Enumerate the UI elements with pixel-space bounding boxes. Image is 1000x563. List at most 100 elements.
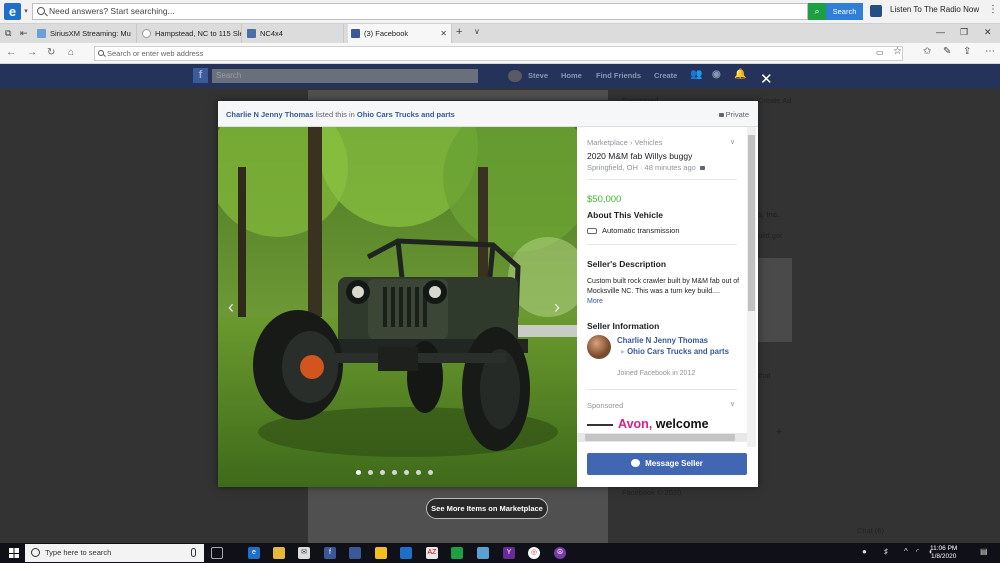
yahoo-icon[interactable]: Y	[503, 547, 515, 559]
bg-create-ad[interactable]: Create Ad	[758, 96, 791, 105]
pagination-dot[interactable]	[392, 470, 397, 475]
previous-photo-icon[interactable]: ‹	[228, 297, 234, 318]
nav-find-friends[interactable]: Find Friends	[596, 71, 641, 80]
chat-sidebar-label[interactable]: Chat (6)	[857, 526, 884, 535]
pagination-dot[interactable]	[356, 470, 361, 475]
pagination-dot[interactable]	[368, 470, 373, 475]
group-link[interactable]: Ohio Cars Trucks and parts	[357, 110, 455, 119]
seller-avatar[interactable]	[587, 335, 611, 359]
favorite-star-icon[interactable]: ☆	[893, 46, 902, 57]
windows-start-icon[interactable]	[9, 548, 19, 558]
nav-home[interactable]: Home	[561, 71, 582, 80]
seller-group-link[interactable]: Ohio Cars Trucks and parts	[627, 347, 729, 356]
pagination-dot[interactable]	[416, 470, 421, 475]
privacy-indicator: Private	[715, 110, 749, 119]
pagination-dot[interactable]	[428, 470, 433, 475]
facebook-logo-icon[interactable]: f	[193, 68, 208, 83]
pagination-dot[interactable]	[404, 470, 409, 475]
tray-app-icon[interactable]: ●	[862, 547, 867, 556]
tab-actions-icon[interactable]: ⧉	[5, 28, 11, 39]
bg-add-icon[interactable]: +	[776, 426, 782, 438]
facebook-taskbar-icon[interactable]: f	[324, 547, 336, 559]
app-icon-peace[interactable]: ☮	[554, 547, 566, 559]
set-aside-tabs-icon[interactable]: ⇤	[20, 28, 28, 39]
clock[interactable]: 11:06 PM 1/8/2020	[930, 545, 957, 561]
network-icon[interactable]: ◜	[916, 547, 919, 556]
see-more-marketplace-button[interactable]: See More Items on Marketplace	[426, 498, 548, 519]
chevron-down-icon[interactable]: ∨	[730, 138, 735, 146]
search-button[interactable]: Search	[826, 3, 863, 20]
app-icon-3[interactable]	[400, 547, 412, 559]
nav-create[interactable]: Create	[654, 71, 677, 80]
file-explorer-icon[interactable]	[273, 547, 285, 559]
settings-more-icon[interactable]: ⋯	[985, 46, 995, 57]
facebook-search-input[interactable]: Search	[212, 69, 478, 83]
taskbar-search-input[interactable]: Type here to search	[25, 544, 204, 562]
tab-facebook[interactable]: (3) Facebook ✕	[348, 24, 452, 43]
restore-icon[interactable]: ❐	[960, 27, 968, 38]
refresh-icon[interactable]: ↻	[47, 47, 55, 58]
forward-icon[interactable]: →	[27, 47, 37, 58]
more-link[interactable]: More	[587, 298, 603, 305]
nav-profile[interactable]: Steve	[528, 71, 548, 80]
edge-logo-icon[interactable]: e	[4, 3, 21, 20]
close-tab-icon[interactable]: ✕	[440, 24, 447, 43]
more-options-icon[interactable]: ⋮	[988, 4, 998, 15]
back-icon[interactable]: ←	[6, 47, 16, 58]
app-icon-4[interactable]	[477, 547, 489, 559]
search-input[interactable]: Need answers? Start searching...	[32, 3, 808, 20]
bing-search-icon[interactable]: ⌕	[808, 3, 826, 20]
sponsored-ad[interactable]: Avon, welcome	[618, 417, 709, 431]
listed-text: listed this in	[315, 110, 355, 119]
mail-icon[interactable]: ✉	[298, 547, 310, 559]
favorites-hub-icon[interactable]: ✩	[923, 46, 931, 57]
share-icon[interactable]: ⇪	[963, 46, 971, 57]
radio-link[interactable]: Listen To The Radio Now	[890, 5, 979, 14]
scrollbar-thumb[interactable]	[748, 135, 755, 311]
ad-horizontal-scrollbar[interactable]	[577, 433, 747, 442]
notifications-icon[interactable]: 🔔	[734, 69, 746, 80]
messenger-icon[interactable]: ◉	[712, 69, 721, 80]
message-seller-button[interactable]: Message Seller	[587, 453, 747, 475]
tab-nc4x4[interactable]: NC4x4	[244, 24, 344, 43]
minimize-icon[interactable]: —	[936, 27, 945, 37]
action-center-icon[interactable]: ▤	[980, 547, 988, 556]
profile-avatar[interactable]	[508, 70, 522, 82]
pagination-dot[interactable]	[380, 470, 385, 475]
home-icon[interactable]: ⌂	[68, 47, 74, 58]
app-icon-shield[interactable]	[451, 547, 463, 559]
microphone-icon[interactable]	[191, 548, 196, 557]
notes-pen-icon[interactable]: ✎	[943, 46, 951, 57]
poster-link[interactable]: Charlie N Jenny Thomas	[226, 110, 314, 119]
listing-details-panel: Marketplace › Vehicles ∨ 2020 M&M fab Wi…	[577, 127, 758, 487]
listing-photo[interactable]: ‹ ›	[218, 127, 577, 487]
lock-icon	[718, 113, 724, 117]
reading-view-icon[interactable]: ▭	[876, 48, 884, 57]
close-modal-icon[interactable]: ✕	[760, 70, 773, 88]
tab-list-chevron-icon[interactable]: ∨	[474, 27, 480, 36]
edge-taskbar-icon[interactable]: e	[248, 547, 260, 559]
task-view-icon[interactable]	[211, 547, 223, 559]
details-scrollbar[interactable]	[747, 127, 756, 447]
tray-people-icon[interactable]: ♯	[884, 547, 888, 556]
chrome-icon[interactable]: ◎	[528, 547, 540, 559]
address-bar[interactable]: Search or enter web address	[94, 46, 903, 61]
app-icon-1[interactable]	[349, 547, 361, 559]
close-window-icon[interactable]: ✕	[984, 27, 992, 38]
scrollbar-thumb[interactable]	[585, 434, 735, 441]
tab-google-maps[interactable]: Hampstead, NC to 115 Slee	[139, 24, 242, 43]
app-icon-2[interactable]	[375, 547, 387, 559]
tab-siriusxm[interactable]: SiriusXM Streaming: Mu	[34, 24, 137, 43]
friend-requests-icon[interactable]: 👥	[690, 69, 702, 80]
seller-name-link[interactable]: Charlie N Jenny Thomas	[617, 335, 737, 346]
radio-icon[interactable]	[870, 5, 882, 17]
dropdown-icon[interactable]: ▾	[22, 3, 30, 20]
chevron-down-icon[interactable]: ∨	[730, 400, 735, 408]
next-photo-icon[interactable]: ›	[554, 297, 560, 318]
siriusxm-favicon-icon	[37, 29, 46, 38]
new-tab-icon[interactable]: +	[456, 26, 462, 38]
divider	[587, 389, 737, 390]
breadcrumb[interactable]: Marketplace › Vehicles	[587, 138, 662, 147]
tray-chevron-up-icon[interactable]: ^	[904, 547, 908, 556]
app-icon-az[interactable]: AZ	[426, 547, 438, 559]
